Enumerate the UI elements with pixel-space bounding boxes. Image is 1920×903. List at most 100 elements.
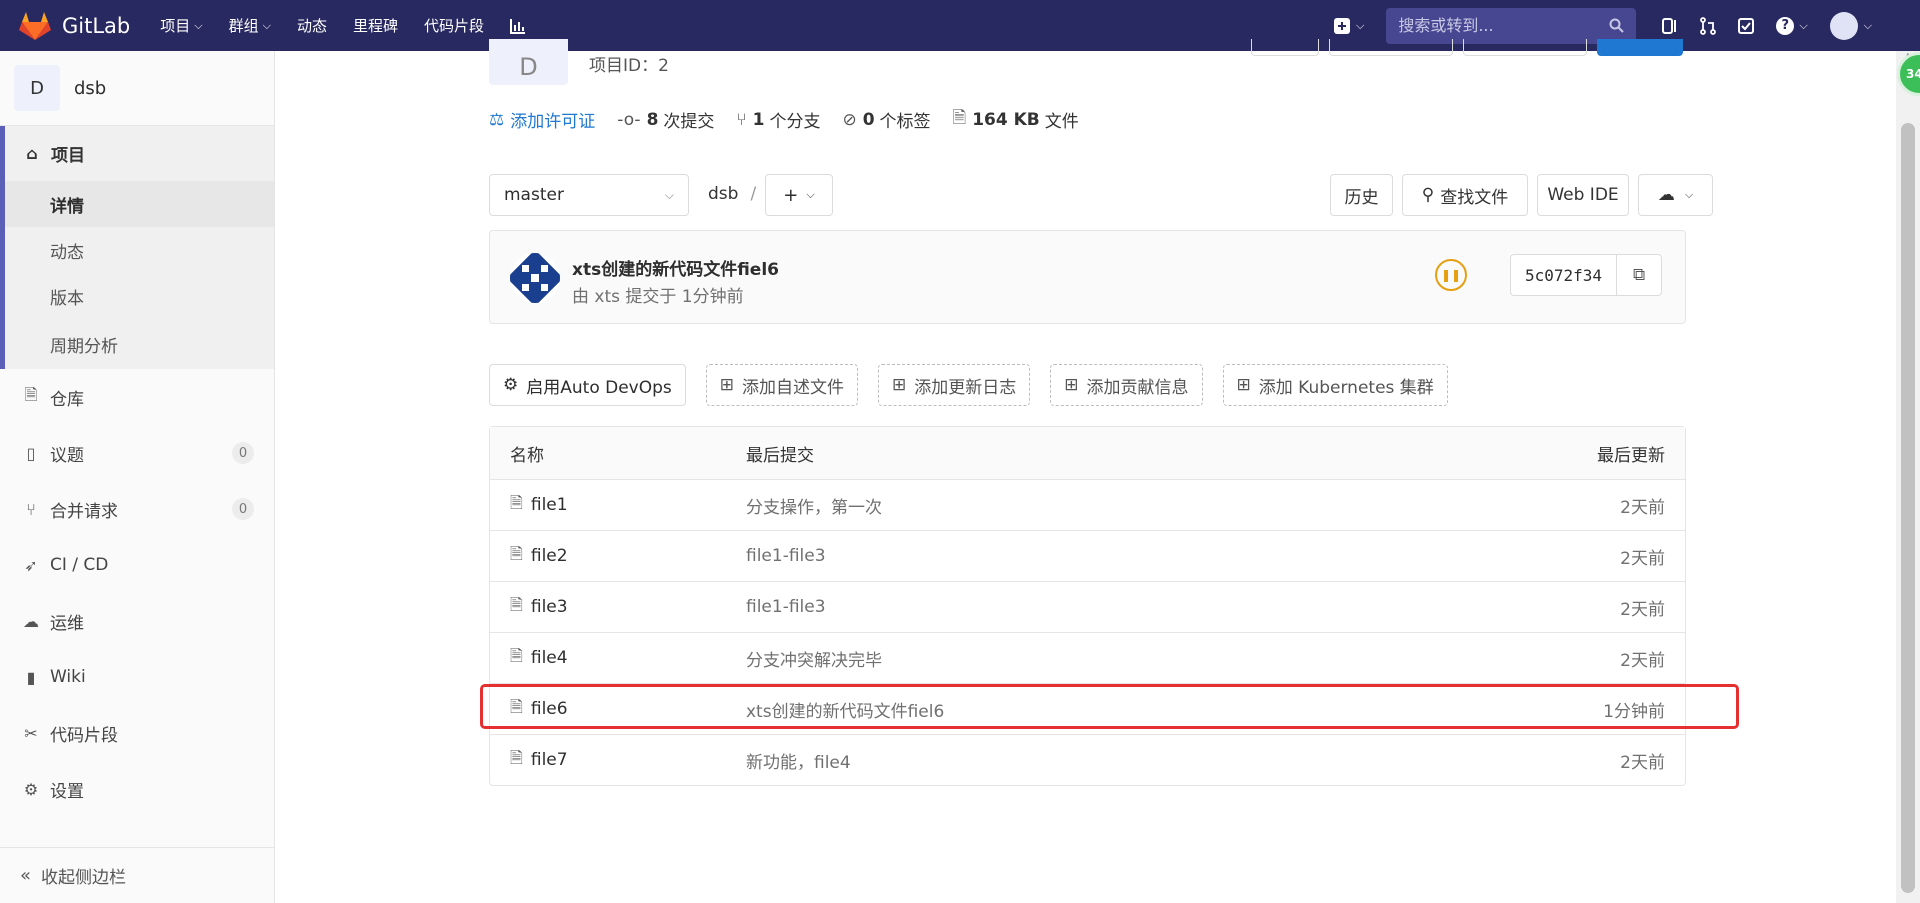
sidebar-subitem-details[interactable]: 详情 [5,181,274,227]
file-last-commit-link[interactable]: 分支冲突解决完毕 [746,646,882,671]
find-file-button[interactable]: ⚲ 查找文件 [1402,174,1528,216]
table-row[interactable]: 🗎 file7 新功能，file4 2天前 [490,734,1685,785]
plus-square-icon: ⊞ [1064,375,1079,395]
nav-projects[interactable]: 项目 ⌵ [160,15,202,36]
breadcrumb-separator: / [750,184,757,204]
issues-count-badge: 0 [232,442,254,464]
sidebar-section-project: ⌂ 项目 详情 动态 版本 周期分析 [0,126,274,369]
branches-stat[interactable]: ⑂ 1 个分支 [736,107,820,133]
file-last-commit-link[interactable]: 分支操作，第一次 [746,493,882,518]
file-icon: 🗎 [510,594,523,614]
table-row[interactable]: 🗎 file4 分支冲突解决完毕 2天前 [490,632,1685,683]
star-button[interactable] [1329,39,1453,56]
file-name-link[interactable]: file2 [531,546,568,566]
table-header-row: 名称 最后提交 最后更新 [490,427,1685,479]
table-row[interactable]: 🗎 file2 file1-file3 2天前 [490,530,1685,581]
copy-sha-button[interactable]: ⧉ [1617,255,1661,295]
new-item-dropdown[interactable]: ⌵ [1333,17,1364,35]
file-last-update: 1分钟前 [1603,701,1665,722]
fork-button[interactable] [1463,39,1587,56]
file-last-update: 2天前 [1620,599,1665,620]
sidebar-item-project[interactable]: ⌂ 项目 [5,126,274,181]
file-last-commit-link[interactable]: file1-file3 [746,597,826,617]
gear-icon: ⚙ [503,375,519,395]
page-scrollbar[interactable]: ▲ [1896,51,1920,903]
user-menu[interactable]: ⌵ [1829,11,1872,40]
issues-icon[interactable] [1662,17,1678,35]
sidebar-item-merge-requests[interactable]: ⑂ 合并请求 0 [0,481,274,537]
commit-meta: 由 xts 提交于 1分钟前 [572,287,744,307]
sidebar-subitem-releases[interactable]: 版本 [5,273,274,319]
sidebar-subitem-activity[interactable]: 动态 [5,227,274,273]
branch-select[interactable]: master ⌵ [489,174,689,216]
file-name-link[interactable]: file1 [531,495,568,515]
sidebar-item-issues[interactable]: ▯ 议题 0 [0,425,274,481]
chevron-down-icon: ⌵ [262,18,271,32]
nav-milestones[interactable]: 里程碑 [353,15,398,36]
branch-icon: ⑂ [736,109,747,130]
chart-icon[interactable] [510,18,526,34]
table-row[interactable]: 🗎 file6 xts创建的新代码文件fiel6 1分钟前 [490,683,1685,734]
sidebar-item-repository[interactable]: 🗎 仓库 [0,369,274,425]
pipeline-status-paused-icon[interactable]: ❚❚ [1435,259,1467,291]
size-stat[interactable]: 🗎 164 KB 文件 [953,105,1079,134]
sidebar-item-wiki[interactable]: ▮ Wiki [0,649,274,705]
commit-sha[interactable]: 5c072f34 [1511,255,1618,295]
scrollbar-thumb[interactable] [1901,123,1915,893]
file-name-link[interactable]: file3 [531,597,568,617]
cloud-download-icon: ☁ [1657,185,1675,205]
repository-icon: 🗎 [24,384,38,404]
search-input[interactable] [1398,16,1610,35]
history-button[interactable]: 历史 [1330,174,1393,216]
book-icon: ▮ [26,667,36,687]
download-dropdown[interactable]: ☁ ⌵ [1638,174,1713,216]
help-dropdown[interactable]: ? ⌵ [1776,16,1808,35]
sidebar-item-ci-cd[interactable]: ➶ CI / CD [0,537,274,593]
todo-check-icon[interactable] [1738,17,1755,34]
add-license-link[interactable]: ⚖ 添加许可证 [489,107,595,133]
collapse-sidebar-button[interactable]: « 收起侧边栏 [0,847,275,903]
table-row[interactable]: 🗎 file3 file1-file3 2天前 [490,581,1685,632]
file-name-link[interactable]: file4 [531,648,568,668]
merge-requests-count-badge: 0 [232,498,254,520]
commits-stat[interactable]: -o- 8 次提交 [617,107,714,133]
commit-author-avatar[interactable] [510,253,560,303]
sidebar-project-header[interactable]: D dsb [0,51,274,126]
operations-icon: ☁ [23,611,39,631]
add-kubernetes-cluster-button[interactable]: ⊞ 添加 Kubernetes 集群 [1222,364,1448,406]
file-last-commit-link[interactable]: 新功能，file4 [746,748,851,773]
table-row[interactable]: 🗎 file1 分支操作，第一次 2天前 [490,479,1685,530]
web-ide-button[interactable]: Web IDE [1537,174,1629,216]
commit-icon: -o- [617,109,641,130]
file-icon: 🗎 [510,696,523,716]
merge-request-icon[interactable] [1700,16,1717,35]
tag-icon: ⊘ [842,109,857,130]
add-changelog-button[interactable]: ⊞ 添加更新日志 [878,364,1031,406]
chevron-down-icon: ⌵ [806,188,815,201]
notification-button[interactable] [1251,39,1319,56]
gear-icon: ⚙ [23,779,39,799]
repo-toolbar: master ⌵ dsb / + ⌵ 历史 ⚲ 查找文件 Web IDE ☁ ⌵ [489,174,1713,216]
tags-stat[interactable]: ⊘ 0 个标签 [842,107,930,133]
nav-activity[interactable]: 动态 [297,15,327,36]
commit-title-link[interactable]: xts创建的新代码文件fiel6 [572,255,779,280]
breadcrumb-root[interactable]: dsb [708,184,738,204]
add-to-tree-dropdown[interactable]: + ⌵ [765,174,833,216]
file-icon: 🗎 [510,747,523,767]
nav-groups[interactable]: 群组 ⌵ [229,15,271,36]
sidebar-item-operations[interactable]: ☁ 运维 [0,593,274,649]
add-readme-button[interactable]: ⊞ 添加自述文件 [705,364,859,406]
clone-button[interactable] [1597,39,1683,56]
file-last-commit-link[interactable]: file1-file3 [746,546,826,566]
gitlab-brand[interactable]: GitLab [18,9,130,43]
sidebar-subitem-cycle-analytics[interactable]: 周期分析 [5,319,274,369]
file-last-commit-link[interactable]: xts创建的新代码文件fiel6 [746,697,944,722]
enable-auto-devops-button[interactable]: ⚙ 启用Auto DevOps [489,364,686,406]
sidebar-item-snippets[interactable]: ✂ 代码片段 [0,705,274,761]
sidebar-item-settings[interactable]: ⚙ 设置 [0,761,274,817]
nav-snippets[interactable]: 代码片段 [424,15,484,36]
file-name-link[interactable]: file6 [531,699,568,719]
add-contributing-button[interactable]: ⊞ 添加贡献信息 [1050,364,1203,406]
column-header-last-update: 最后更新 [1597,445,1665,466]
file-name-link[interactable]: file7 [531,750,568,770]
